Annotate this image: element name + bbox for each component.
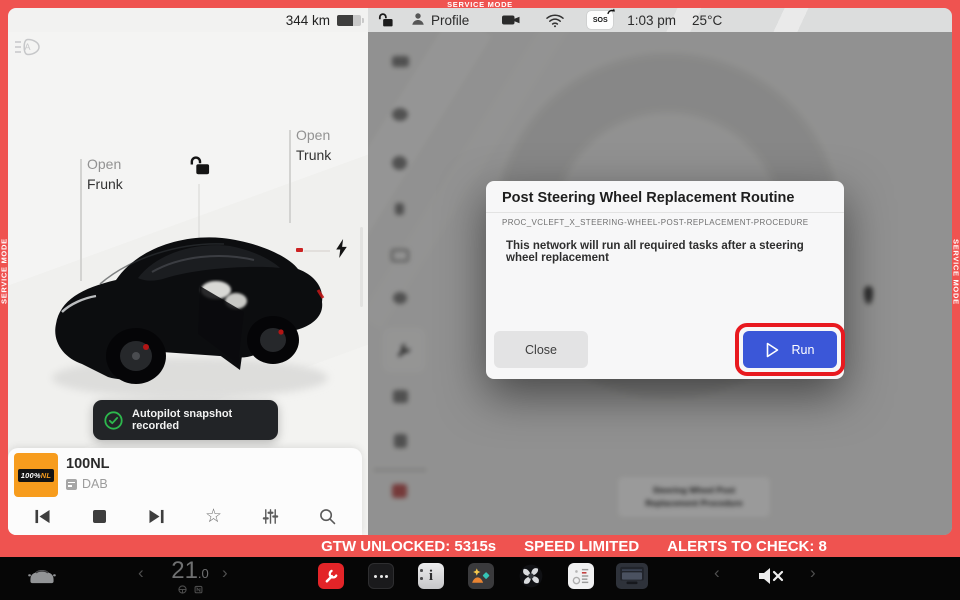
media-player: 100%NL 100NL DAB <box>8 448 362 535</box>
speed-limited-status: SPEED LIMITED <box>524 538 639 555</box>
service-mode-screen: SERVICE MODE SERVICE MODE SERVICE MODE 3… <box>0 0 960 600</box>
toast-text: Autopilot snapshot recorded <box>132 408 278 432</box>
media-source: DAB <box>66 477 108 491</box>
sos-label: SOS <box>593 17 608 24</box>
favorite-star-button[interactable]: ☆ <box>199 503 229 529</box>
run-button[interactable]: Run <box>743 331 837 368</box>
owners-manual-app-icon[interactable]: i <box>418 563 444 589</box>
profile-icon <box>410 11 426 30</box>
autopilot-toast: Autopilot snapshot recorded <box>93 400 278 440</box>
climate-fan-app-icon[interactable] <box>518 563 544 589</box>
status-bar: 344 km Profile <box>8 8 952 32</box>
play-icon <box>766 342 779 358</box>
radio-tuner-app-icon[interactable] <box>568 563 594 589</box>
stop-button[interactable] <box>85 503 115 529</box>
auto-headlight-icon[interactable]: A <box>14 35 48 64</box>
taskbar: ‹ 21.0 › i ‹ › <box>0 557 960 600</box>
sos-button[interactable]: SOS <box>587 11 613 29</box>
dialog-description: This network will run all required tasks… <box>506 240 830 264</box>
outside-temperature[interactable]: 25°C <box>692 13 722 28</box>
vehicle-panel: A Open Frunk Open Trunk <box>8 32 368 535</box>
heated-steering-icon <box>178 585 187 594</box>
battery-icon <box>337 15 361 26</box>
toybox-app-icon[interactable] <box>468 563 494 589</box>
temp-increase-arrow[interactable]: › <box>222 563 228 583</box>
sos-arrow-icon <box>607 8 616 17</box>
svg-text:A: A <box>24 42 30 52</box>
dab-icon <box>66 479 77 490</box>
clock: 1:03 pm <box>627 13 676 28</box>
climate-mini-indicators <box>158 585 222 594</box>
display-app-icon[interactable] <box>616 563 648 589</box>
status-bar-right: Profile SOS 1:03 pm 25°C <box>368 8 952 32</box>
service-wrench-app-icon[interactable] <box>318 563 344 589</box>
range-value: 344 km <box>286 13 330 28</box>
vehicle-controls-icon[interactable] <box>26 565 58 592</box>
equalizer-button[interactable] <box>256 503 286 529</box>
vehicle-3d-view <box>40 172 340 412</box>
close-button[interactable]: Close <box>494 331 588 368</box>
volume-right-arrow[interactable]: › <box>810 563 816 583</box>
panel-scrollbar[interactable] <box>360 227 363 307</box>
dashcam-icon[interactable] <box>501 13 521 27</box>
seat-heater-icon <box>194 585 203 594</box>
cabin-temperature[interactable]: 21.0 <box>158 557 222 585</box>
procedure-id: PROC_VCLEFT_X_STEERING-WHEEL-POST-REPLAC… <box>502 218 809 227</box>
station-artwork[interactable]: 100%NL <box>14 453 58 497</box>
wifi-icon[interactable] <box>545 13 565 28</box>
profile-menu[interactable]: Profile <box>410 11 469 30</box>
gtw-unlocked-status: GTW UNLOCKED: 5315s <box>321 538 496 555</box>
media-controls: ☆ <box>14 503 356 529</box>
toast-check-icon <box>104 411 123 430</box>
dialog-divider <box>486 212 844 213</box>
service-mode-banner-right: SERVICE MODE <box>952 8 960 535</box>
profile-label: Profile <box>431 13 469 28</box>
media-search-button[interactable] <box>313 503 343 529</box>
temp-decrease-arrow[interactable]: ‹ <box>138 563 144 583</box>
volume-muted-icon[interactable] <box>756 565 786 592</box>
procedure-dialog: Post Steering Wheel Replacement Routine … <box>486 181 844 379</box>
volume-left-arrow[interactable]: ‹ <box>714 563 720 583</box>
service-alert-banner: GTW UNLOCKED: 5315s SPEED LIMITED ALERTS… <box>0 535 960 557</box>
station-name: 100NL <box>66 456 110 472</box>
next-track-button[interactable] <box>142 503 172 529</box>
alerts-to-check-status: ALERTS TO CHECK: 8 <box>667 538 827 555</box>
open-trunk-button[interactable]: Open Trunk <box>296 126 331 166</box>
more-apps-icon[interactable] <box>368 563 394 589</box>
dialog-title: Post Steering Wheel Replacement Routine <box>502 190 794 206</box>
service-mode-banner-left: SERVICE MODE <box>0 8 8 535</box>
unlocked-lock-icon[interactable] <box>377 12 394 28</box>
status-bar-left: 344 km <box>8 8 368 32</box>
previous-track-button[interactable] <box>28 503 58 529</box>
